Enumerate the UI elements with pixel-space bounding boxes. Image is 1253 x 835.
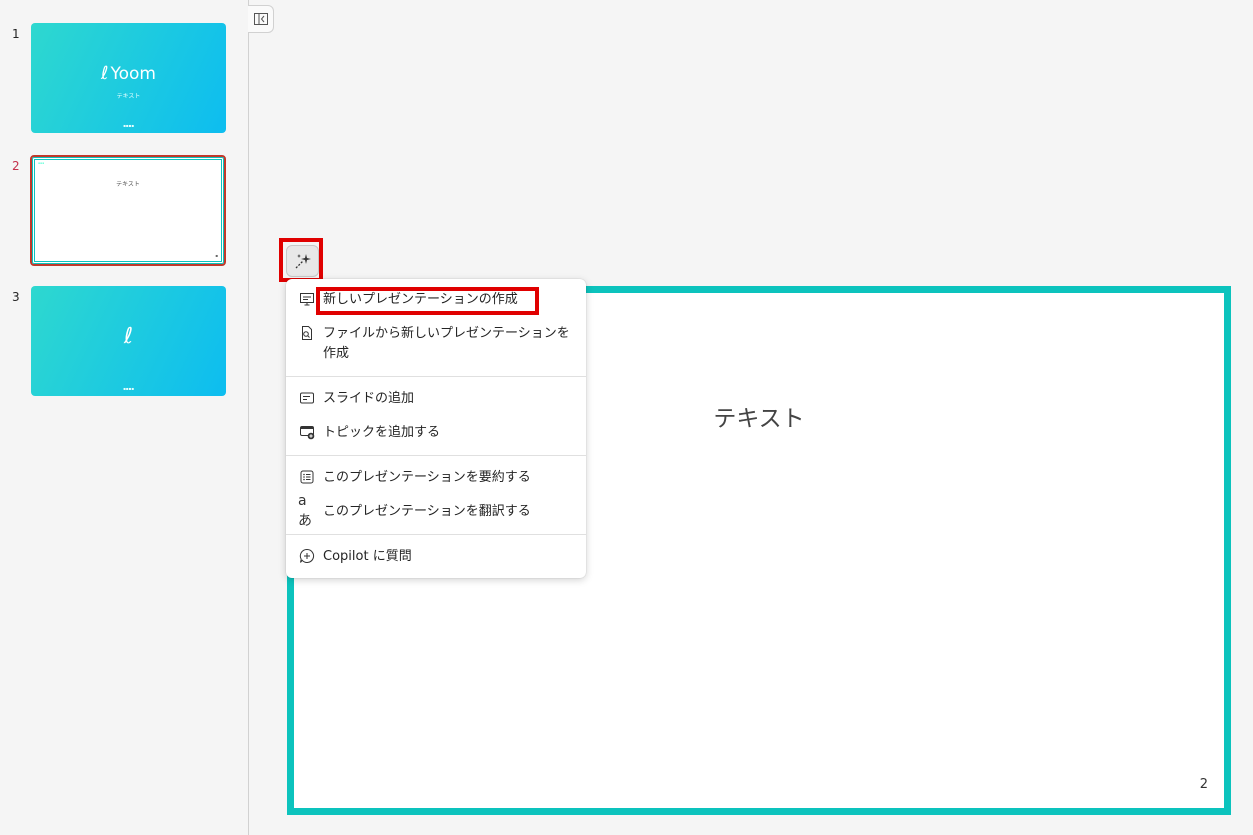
- thumbnail-subtitle: テキスト: [116, 93, 141, 100]
- slide-thumbnail-1[interactable]: ℓ Yoom テキスト ▪▪▪▪: [31, 23, 226, 133]
- menu-separator: [286, 455, 586, 456]
- thumbnail-text: テキスト: [116, 181, 140, 188]
- collapse-pane-icon: [253, 13, 268, 25]
- thumbnail-footer-logo: ▪▪▪▪: [123, 123, 134, 128]
- summarize-icon: [298, 468, 316, 486]
- yoom-logo: ℓ Yoom: [31, 63, 226, 84]
- thumbnail-footer-logo: ▪▪▪▪: [123, 386, 134, 391]
- yoom-mark-icon: ℓ: [123, 324, 134, 349]
- topic-add-icon: [298, 423, 316, 441]
- file-search-icon: [298, 324, 316, 342]
- slide-thumbnail-3[interactable]: ℓ ▪▪▪▪: [31, 286, 226, 396]
- thumbnail-number-3: 3: [12, 290, 20, 304]
- slide-thumbnail-pane: 1 ℓ Yoom テキスト ▪▪▪▪ 2 ▪▪▪ テキスト ▪ 3 ℓ ▪▪▪▪: [0, 0, 249, 835]
- presentation-icon: [298, 290, 316, 308]
- collapse-pane-button[interactable]: [248, 5, 274, 33]
- translate-icon: aあ: [298, 493, 312, 529]
- slide-page-number: 2: [1199, 777, 1208, 792]
- yoom-mark-icon: ℓ: [101, 63, 109, 84]
- brand-name: Yoom: [110, 64, 156, 84]
- thumbnail-number-2: 2: [12, 159, 20, 173]
- copilot-menu: 新しいプレゼンテーションの作成 ファイルから新しいプレゼンテーションを作成 スラ…: [286, 279, 586, 578]
- menu-separator: [286, 534, 586, 535]
- chat-add-icon: [298, 547, 316, 565]
- highlight-box-new-presentation: [316, 287, 539, 315]
- thumbnail-mini-logo: ▪▪▪: [38, 161, 45, 165]
- highlight-box-copilot-button: [279, 238, 323, 282]
- slide-thumbnail-2-selected[interactable]: ▪▪▪ テキスト ▪: [30, 155, 226, 266]
- menu-separator: [286, 376, 586, 377]
- thumbnail-number-1: 1: [12, 27, 20, 41]
- slide-add-icon: [298, 389, 316, 407]
- thumbnail-mini-number: ▪: [215, 253, 218, 258]
